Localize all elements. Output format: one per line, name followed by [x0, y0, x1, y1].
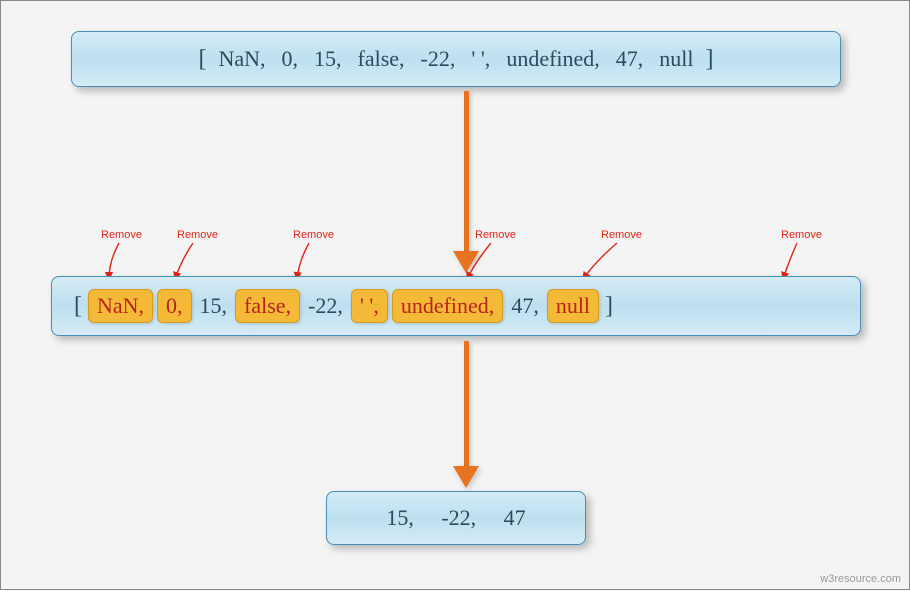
- arr1-i4: -22,: [421, 46, 456, 72]
- keep-neg22: -22,: [308, 293, 343, 319]
- pill-nan: NaN,: [88, 289, 153, 323]
- result-array-box: 15, -22, 47: [326, 491, 586, 545]
- pill-empty: ' ',: [351, 289, 388, 323]
- filter-array-box: [ NaN, 0, 15, false, -22, ' ', undefined…: [51, 276, 861, 336]
- result-text: 15, -22, 47: [386, 505, 525, 531]
- bracket-open-2: [: [74, 293, 82, 320]
- pill-false: false,: [235, 289, 300, 323]
- arr1-i6: undefined,: [506, 46, 599, 72]
- arrow-head-icon-2: [453, 466, 479, 488]
- arrow-head-icon: [453, 251, 479, 273]
- remove-label-2: Remove: [293, 229, 334, 241]
- remove-label-0: Remove: [101, 229, 142, 241]
- remove-label-4: Remove: [601, 229, 642, 241]
- remove-label-3: Remove: [475, 229, 516, 241]
- remove-label-1: Remove: [177, 229, 218, 241]
- bracket-open: [: [198, 46, 206, 73]
- arr1-i0: NaN,: [218, 46, 265, 72]
- arrow-shaft: [464, 91, 469, 251]
- input-array-box: [ NaN, 0, 15, false, -22, ' ', undefined…: [71, 31, 841, 87]
- arr1-i8: null: [659, 46, 693, 72]
- keep-15: 15,: [200, 293, 228, 319]
- arrow-shaft-2: [464, 341, 469, 466]
- arr1-i3: false,: [358, 46, 405, 72]
- keep-47: 47,: [511, 293, 539, 319]
- arr1-i5: ' ',: [471, 46, 490, 72]
- pill-zero: 0,: [157, 289, 192, 323]
- arrow-step2: [453, 341, 479, 488]
- pill-null: null: [547, 289, 599, 323]
- pill-undefined: undefined,: [392, 289, 503, 323]
- attribution: w3resource.com: [820, 573, 901, 585]
- remove-label-5: Remove: [781, 229, 822, 241]
- arrow-step1: [453, 91, 479, 273]
- arr1-i1: 0,: [282, 46, 299, 72]
- arr1-i2: 15,: [314, 46, 342, 72]
- bracket-close-2: ]: [605, 293, 613, 320]
- bracket-close: ]: [706, 46, 714, 73]
- arr1-i7: 47,: [616, 46, 644, 72]
